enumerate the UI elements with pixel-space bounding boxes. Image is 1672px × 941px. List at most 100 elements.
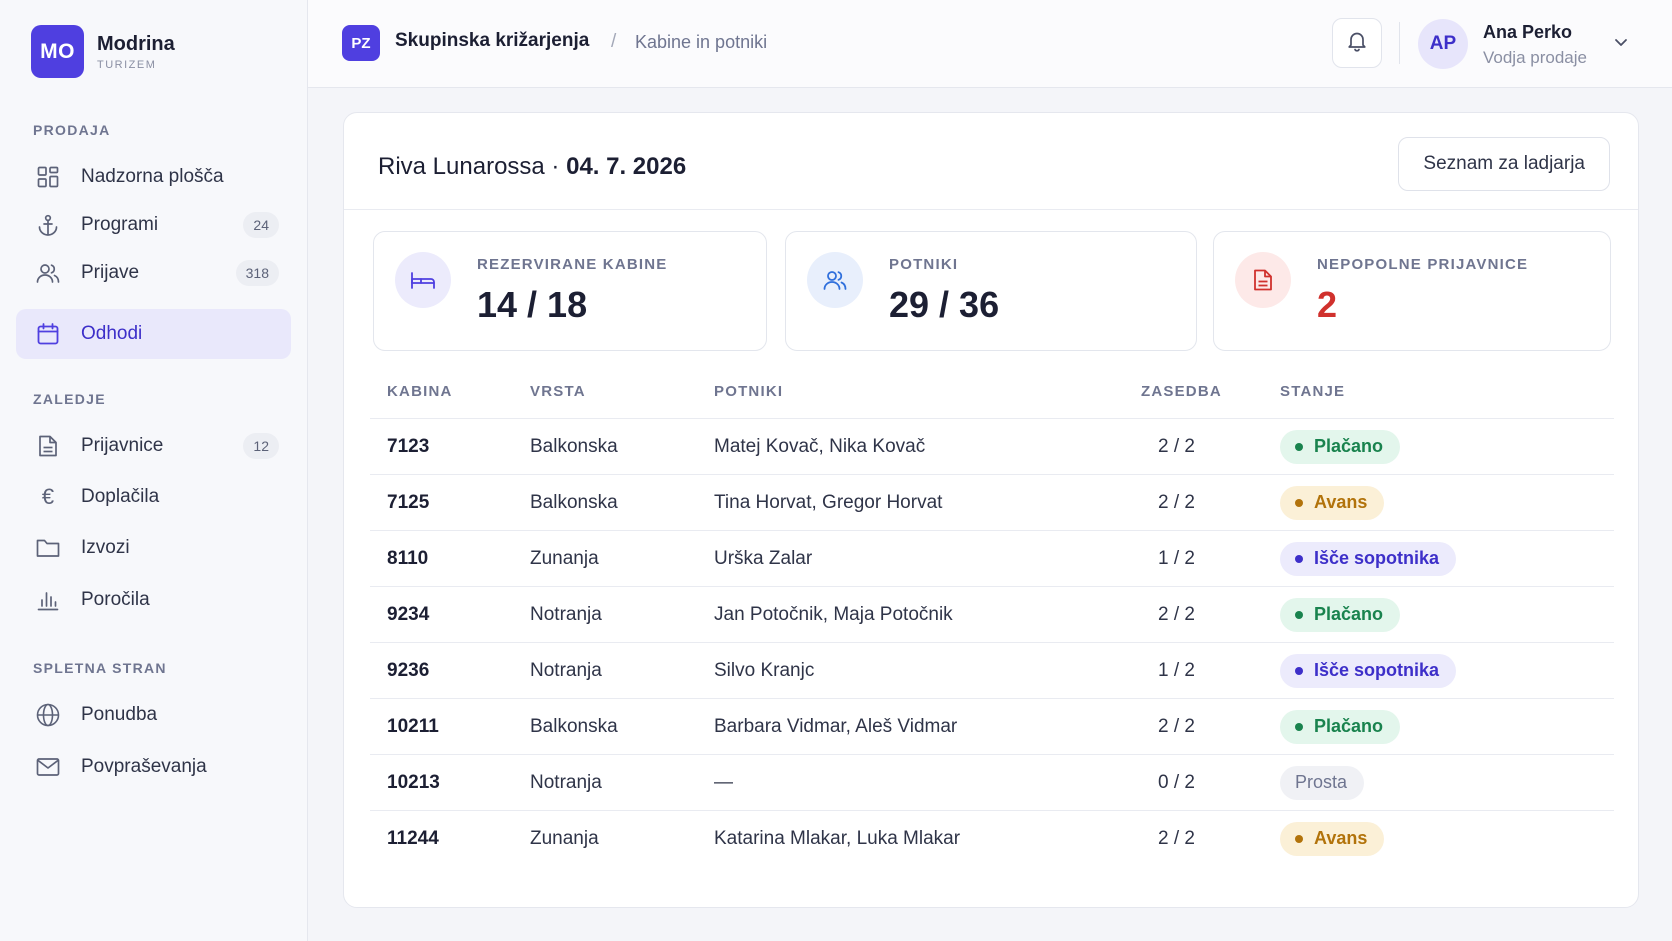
sidebar-item-prijavnice[interactable]: Prijavnice 12	[16, 421, 291, 471]
program-badge: PZ	[342, 25, 380, 61]
cabin-type: Zunanja	[530, 827, 599, 849]
table-row[interactable]: 7123 Balkonska Matej Kovač, Nika Kovač 2…	[370, 418, 1614, 474]
sidebar-item-label: Prijave	[81, 262, 140, 283]
sidebar-item-programi[interactable]: Programi 24	[16, 200, 291, 250]
brand[interactable]: MO Modrina TURIZEM	[31, 25, 175, 78]
sidebar-item-doplacila[interactable]: € Doplačila	[16, 472, 291, 522]
sidebar-item-prijave[interactable]: Prijave 318	[16, 248, 291, 298]
card-divider	[344, 209, 1638, 210]
stat-value: 14 / 18	[477, 284, 588, 325]
status-dot	[1295, 610, 1303, 619]
stat-label: POTNIKI	[889, 256, 959, 273]
occupancy: 1 / 2	[1158, 659, 1195, 681]
table-row[interactable]: 8110 Zunanja Urška Zalar 1 / 2 Išče sopo…	[370, 530, 1614, 586]
count-badge: 12	[243, 433, 279, 459]
dashboard-icon	[36, 165, 60, 189]
sidebar-item-povprasevanja[interactable]: Povpraševanja	[16, 742, 291, 792]
sidebar-item-label: Nadzorna plošča	[81, 166, 224, 187]
notifications-button[interactable]	[1332, 18, 1382, 68]
cabin-type: Notranja	[530, 659, 602, 681]
sidebar-item-label: Ponudba	[81, 704, 158, 725]
ship-name: Riva Lunarossa ·	[378, 153, 567, 180]
sidebar-item-ponudba[interactable]: Ponudba	[16, 690, 291, 740]
status-dot	[1295, 554, 1303, 563]
sidebar-item-odhodi[interactable]: Odhodi	[16, 309, 291, 359]
bell-icon	[1347, 30, 1367, 57]
status-badge: Išče sopotnika	[1280, 541, 1457, 576]
departure-card: Riva Lunarossa · 04. 7. 2026 Seznam za l…	[343, 112, 1639, 908]
status-dot	[1295, 442, 1303, 451]
passengers: Katarina Mlakar, Luka Mlakar	[714, 827, 961, 849]
brand-name: Modrina	[97, 32, 175, 55]
document-icon	[1235, 252, 1291, 308]
document-icon	[36, 434, 60, 458]
status-badge: Avans	[1280, 485, 1385, 520]
nav-section-zaledje: ZALEDJE	[33, 391, 106, 407]
cabin-type: Notranja	[530, 603, 602, 625]
stat-label: NEPOPOLNE PRIJAVNICE	[1317, 256, 1529, 273]
passengers: Urška Zalar	[714, 547, 813, 569]
status-badge: Plačano	[1280, 429, 1401, 464]
sidebar-item-label: Povpraševanja	[81, 756, 207, 777]
occupancy: 2 / 2	[1158, 827, 1195, 849]
passengers: Silvo Kranjc	[714, 659, 815, 681]
sidebar-item-label: Odhodi	[81, 323, 143, 344]
passengers: Tina Horvat, Gregor Horvat	[714, 491, 943, 513]
nav-section-spletna-stran: SPLETNA STRAN	[33, 660, 167, 676]
breadcrumb-current: Kabine in potniki	[635, 32, 768, 52]
occupancy: 1 / 2	[1158, 547, 1195, 569]
status-badge: Prosta	[1280, 765, 1365, 800]
sidebar-item-izvozi[interactable]: Izvozi	[16, 523, 291, 573]
cabin-type: Balkonska	[530, 715, 618, 737]
stat-label: REZERVIRANE KABINE	[477, 256, 668, 273]
bar-chart-icon	[36, 588, 60, 612]
cabin-number: 7125	[387, 491, 430, 513]
table-row[interactable]: 7125 Balkonska Tina Horvat, Gregor Horva…	[370, 474, 1614, 530]
count-badge: 24	[243, 212, 279, 238]
table-row[interactable]: 9234 Notranja Jan Potočnik, Maja Potočni…	[370, 586, 1614, 642]
avatar[interactable]: AP	[1418, 19, 1468, 69]
column-header-cabin[interactable]: KABINA	[387, 383, 453, 400]
passengers: Matej Kovač, Nika Kovač	[714, 435, 926, 457]
status-dot	[1295, 666, 1303, 675]
column-header-occupancy[interactable]: ZASEDBA	[1141, 383, 1222, 400]
cabin-number: 10211	[387, 715, 439, 737]
table-row[interactable]: 10211 Balkonska Barbara Vidmar, Aleš Vid…	[370, 698, 1614, 754]
nav-section-prodaja: PRODAJA	[33, 122, 111, 138]
cabin-number: 9234	[387, 603, 430, 625]
status-label: Plačano	[1314, 436, 1384, 456]
top-bar: PZ Skupinska križarjenja / Kabine in pot…	[308, 0, 1672, 88]
page-title: Riva Lunarossa · 04. 7. 2026	[378, 153, 686, 181]
table-row[interactable]: 11244 Zunanja Katarina Mlakar, Luka Mlak…	[370, 810, 1614, 866]
table-row[interactable]: 9236 Notranja Silvo Kranjc 1 / 2 Išče so…	[370, 642, 1614, 698]
status-badge: Išče sopotnika	[1280, 653, 1457, 688]
table-row[interactable]: 10213 Notranja — 0 / 2 Prosta	[370, 754, 1614, 810]
count-badge: 318	[235, 260, 279, 286]
manifest-button[interactable]: Seznam za ladjarja	[1398, 137, 1610, 191]
brand-logo: MO	[31, 25, 84, 78]
breadcrumb-program[interactable]: Skupinska križarjenja	[395, 30, 589, 52]
column-header-type[interactable]: VRSTA	[530, 383, 586, 400]
sidebar-item-nadzorna-plosca[interactable]: Nadzorna plošča	[16, 152, 291, 202]
passengers: Jan Potočnik, Maja Potočnik	[714, 603, 953, 625]
cabin-type: Notranja	[530, 771, 602, 793]
cabin-type: Balkonska	[530, 435, 618, 457]
status-dot	[1295, 834, 1303, 843]
column-header-status[interactable]: STANJE	[1280, 383, 1345, 400]
cabin-number: 10213	[387, 771, 440, 793]
cabin-number: 9236	[387, 659, 430, 681]
sidebar-item-label: Prijavnice	[81, 435, 164, 456]
occupancy: 2 / 2	[1158, 603, 1195, 625]
sidebar-item-porocila[interactable]: Poročila	[16, 575, 291, 625]
status-label: Avans	[1314, 492, 1368, 512]
chevron-down-icon[interactable]	[1613, 34, 1629, 55]
column-header-passengers[interactable]: POTNIKI	[714, 383, 783, 400]
status-label: Avans	[1314, 828, 1368, 848]
user-name[interactable]: Ana Perko	[1483, 22, 1572, 43]
cabin-type: Zunanja	[530, 547, 599, 569]
folder-icon	[36, 536, 60, 560]
euro-icon: €	[41, 484, 55, 509]
occupancy: 0 / 2	[1158, 771, 1195, 793]
user-role: Vodja prodaje	[1483, 48, 1587, 67]
cabin-type: Balkonska	[530, 491, 618, 513]
